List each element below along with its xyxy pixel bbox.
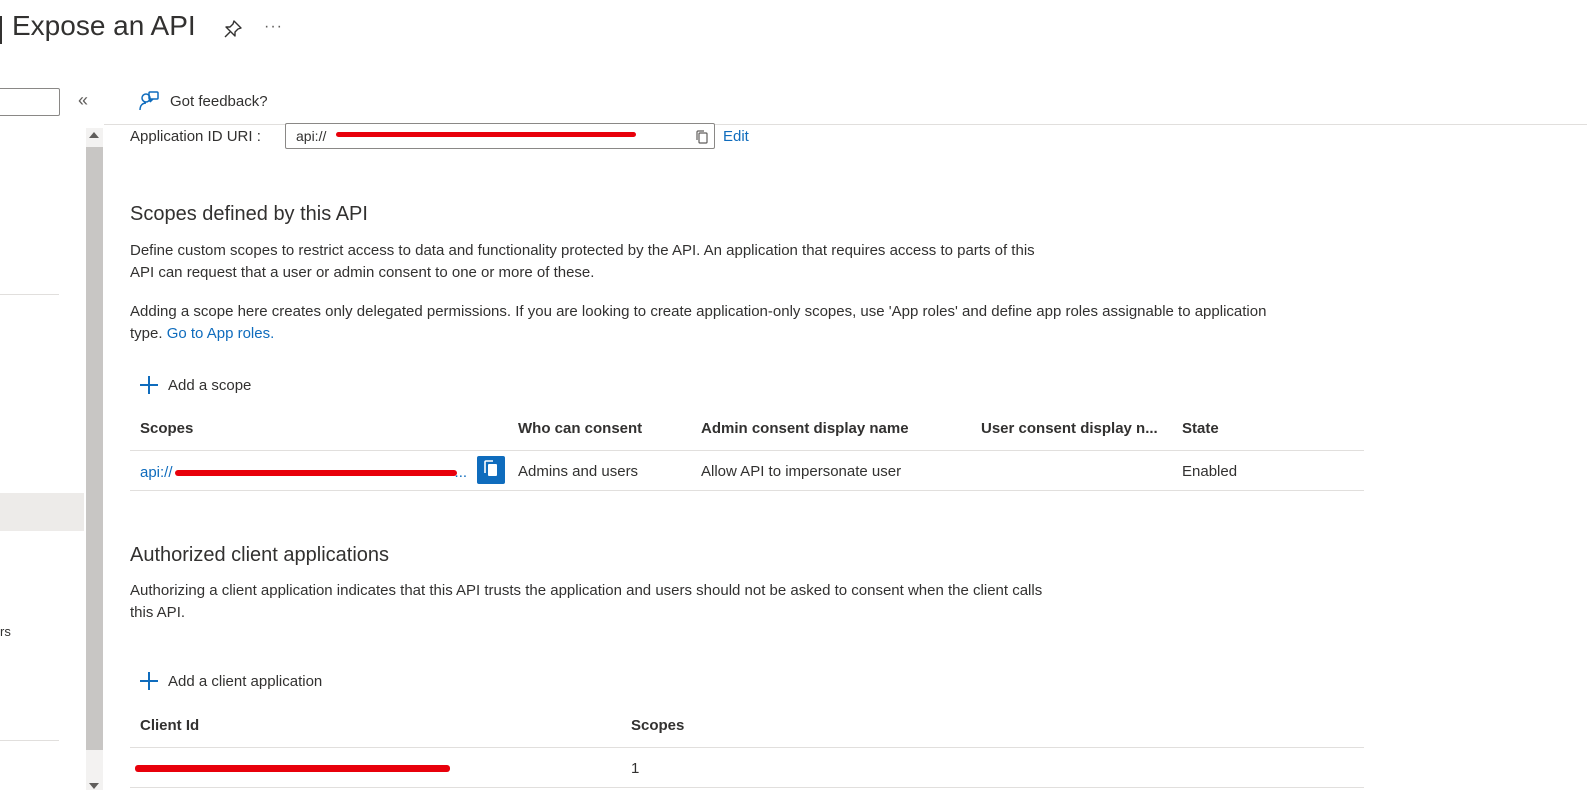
column-header-scopes: Scopes: [140, 420, 194, 437]
copy-icon: [484, 460, 497, 476]
copy-scope-button[interactable]: [477, 456, 505, 484]
scroll-up-icon[interactable]: [89, 132, 99, 138]
collapse-sidebar-icon[interactable]: «: [78, 90, 88, 111]
table-row-divider: [130, 787, 1364, 788]
add-scope-button[interactable]: Add a scope: [140, 376, 251, 394]
scroll-down-icon[interactable]: [89, 783, 99, 789]
add-client-application-button[interactable]: Add a client application: [140, 672, 322, 690]
scopes-description: Define custom scopes to restrict access …: [130, 240, 1035, 284]
page-title: Expose an API: [12, 10, 196, 41]
column-header-user-display-name: User consent display n...: [981, 420, 1158, 437]
note-line: Adding a scope here creates only delegat…: [130, 303, 1267, 320]
scope-prefix: api://: [140, 464, 173, 481]
scopes-description-line: Define custom scopes to restrict access …: [130, 242, 1035, 259]
clients-description-line: this API.: [130, 604, 186, 621]
feedback-icon: [139, 91, 159, 111]
clients-description-line: Authorizing a client application indicat…: [130, 582, 1043, 599]
add-client-label: Add a client application: [168, 672, 323, 690]
scopes-description-line: API can request that a user or admin con…: [130, 264, 595, 281]
app-id-uri-label: Application ID URI :: [130, 128, 261, 145]
feedback-button[interactable]: Got feedback?: [138, 90, 268, 112]
who-can-consent-value: Admins and users: [518, 463, 639, 480]
app-roles-link[interactable]: Go to App roles.: [167, 325, 275, 342]
title-edge: [0, 16, 2, 44]
scopes-heading: Scopes defined by this API: [130, 203, 368, 225]
plus-icon: [140, 672, 158, 690]
pin-icon[interactable]: [222, 18, 244, 40]
note-text: type.: [130, 325, 163, 342]
redaction-mark: [336, 132, 636, 137]
feedback-label: Got feedback?: [170, 92, 268, 110]
clients-heading: Authorized client applications: [130, 544, 390, 566]
sidebar-item-label[interactable]: rs: [0, 624, 11, 639]
more-options-icon[interactable]: ···: [264, 18, 283, 36]
sidebar-search-input[interactable]: [0, 88, 60, 116]
redaction-mark: [175, 470, 457, 476]
column-header-client-scopes: Scopes: [631, 717, 685, 734]
app-id-uri-value: api://: [296, 128, 327, 144]
table-row-divider: [130, 490, 1364, 491]
plus-icon: [140, 376, 158, 394]
sidebar-item-selected[interactable]: [0, 493, 84, 531]
column-header-client-id: Client Id: [140, 717, 200, 734]
note-line: type. Go to App roles.: [130, 323, 1266, 345]
client-scopes-value: 1: [631, 760, 640, 777]
redaction-mark: [135, 765, 450, 772]
app-id-uri-field[interactable]: api://: [285, 123, 715, 149]
state-value: Enabled: [1182, 463, 1238, 480]
column-header-state: State: [1182, 420, 1219, 437]
column-header-who-can-consent: Who can consent: [518, 420, 643, 437]
edit-link[interactable]: Edit: [723, 128, 749, 145]
add-scope-label: Add a scope: [168, 376, 252, 394]
table-header-divider: [130, 747, 1364, 748]
admin-display-name-value: Allow API to impersonate user: [701, 463, 902, 480]
copy-icon[interactable]: [694, 129, 710, 145]
sidebar-divider: [0, 294, 59, 295]
delegated-permissions-note: Adding a scope here creates only delegat…: [130, 301, 1266, 345]
sidebar-divider: [0, 740, 59, 741]
clients-description: Authorizing a client application indicat…: [130, 580, 1042, 624]
sidebar-scrollbar-thumb[interactable]: [86, 147, 103, 750]
column-header-admin-display-name: Admin consent display name: [701, 420, 909, 437]
table-header-divider: [130, 450, 1364, 451]
